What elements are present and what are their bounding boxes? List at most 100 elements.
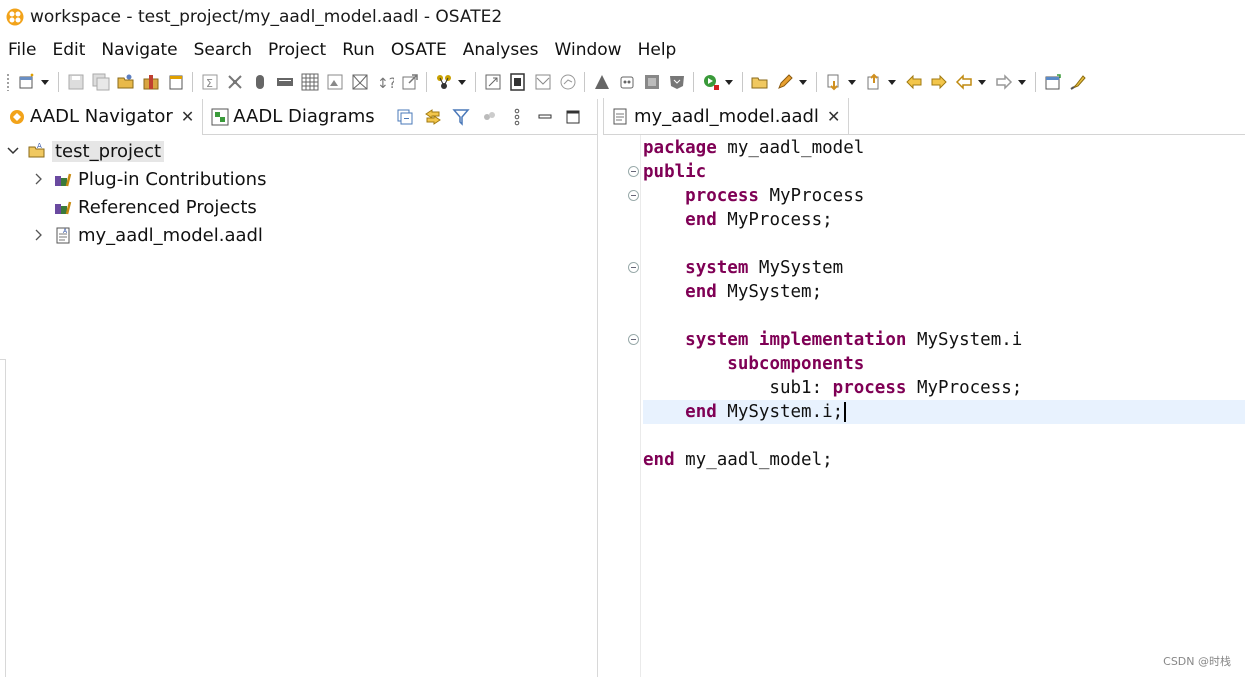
triangle-icon[interactable] [592,72,612,92]
new-wizard-icon[interactable] [17,72,37,92]
instantiate-icon[interactable] [434,72,454,92]
code-line[interactable]: end MyProcess; [643,208,1245,232]
code-line[interactable]: package my_aadl_model [643,136,1245,160]
code-line[interactable] [643,232,1245,256]
run-dropdown-arrow-icon[interactable] [723,72,735,92]
menu-navigate[interactable]: Navigate [93,40,185,60]
envelope-icon[interactable] [350,72,370,92]
external-link-icon[interactable] [400,72,420,92]
forward-icon[interactable] [994,72,1014,92]
code-line[interactable]: system MySystem [628,256,1245,280]
close-icon[interactable]: ✕ [181,107,194,126]
chevron-right-icon[interactable] [32,172,46,186]
menu-osate[interactable]: OSATE [383,40,455,60]
code-line[interactable] [643,424,1245,448]
code-text: MySystem.i [906,330,1023,350]
robot-icon[interactable] [617,72,637,92]
chevron-down-icon[interactable] [6,144,20,158]
menu-run[interactable]: Run [334,40,383,60]
open-folder-icon[interactable] [750,72,770,92]
collapse-all-icon[interactable] [395,107,415,127]
tree-item-referenced-projects[interactable]: Referenced Projects [0,193,597,221]
navigator-panel: AADL Navigator ✕ AADL Diagrams A test_pr… [0,98,598,677]
tree-item-my-aadl-model[interactable]: A my_aadl_model.aadl [0,221,597,249]
document-icon[interactable] [508,72,528,92]
next-annotation-dropdown-arrow-icon[interactable] [846,72,858,92]
view-menu-icon[interactable] [507,107,527,127]
menu-project[interactable]: Project [260,40,334,60]
code-keyword: process [832,378,907,398]
instantiate-dropdown-arrow-icon[interactable] [456,72,468,92]
board-icon[interactable] [642,72,662,92]
menu-file[interactable]: File [0,40,44,60]
brush-icon[interactable] [1068,72,1088,92]
open-project-icon[interactable] [116,72,136,92]
next-annotation-icon[interactable] [824,72,844,92]
prev-annotation-icon[interactable] [864,72,884,92]
link-with-editor-icon[interactable] [423,107,443,127]
code-line[interactable]: process MyProcess [628,184,1245,208]
new-dropdown-arrow-icon[interactable] [39,72,51,92]
last-edit-back-icon[interactable] [904,72,924,92]
code-line[interactable]: public [628,160,1245,184]
disabled-action-icon[interactable] [479,107,499,127]
mail-merge-icon[interactable] [533,72,553,92]
last-edit-forward-icon[interactable] [929,72,949,92]
filter-icon[interactable] [451,107,471,127]
fold-collapse-icon[interactable] [628,262,639,273]
resize-icon[interactable] [483,72,503,92]
code-line[interactable]: end MySystem.i; [643,400,1245,424]
menu-help[interactable]: Help [630,40,685,60]
bus-icon[interactable] [275,72,295,92]
code-line[interactable]: system implementation MySystem.i [628,328,1245,352]
menu-edit[interactable]: Edit [44,40,93,60]
help-hint-icon[interactable]: ↕? [375,72,395,92]
tab-aadl-diagrams[interactable]: AADL Diagrams [203,99,382,135]
menu-window[interactable]: Window [547,40,630,60]
menu-analyses[interactable]: Analyses [455,40,547,60]
back-icon[interactable] [954,72,974,92]
toolbar-grip[interactable] [6,73,10,91]
grid-icon[interactable] [300,72,320,92]
code-editor[interactable]: package my_aadl_model public process MyPr… [628,136,1245,472]
navigator-tab-bar: AADL Navigator ✕ AADL Diagrams [0,98,597,135]
new-file-icon[interactable] [166,72,186,92]
minimize-icon[interactable] [535,107,555,127]
disabled-circle-icon[interactable] [558,72,578,92]
chevron-right-icon[interactable] [32,228,46,242]
code-line[interactable]: end MySystem; [643,280,1245,304]
connections-icon[interactable] [225,72,245,92]
pencil-icon[interactable] [775,72,795,92]
back-dropdown-arrow-icon[interactable] [976,72,988,92]
fold-collapse-icon[interactable] [628,190,639,201]
fold-collapse-icon[interactable] [628,166,639,177]
open-perspective-icon[interactable] [1043,72,1063,92]
close-icon[interactable]: ✕ [827,107,840,126]
prev-annotation-dropdown-arrow-icon[interactable] [886,72,898,92]
sigma-icon[interactable]: Σ [200,72,220,92]
editor-gutter[interactable] [619,135,641,677]
tab-aadl-navigator[interactable]: AADL Navigator ✕ [0,98,204,135]
image-icon[interactable] [325,72,345,92]
code-line[interactable] [643,304,1245,328]
save-all-icon[interactable] [91,72,111,92]
code-line[interactable]: end my_aadl_model; [643,448,1245,472]
forward-dropdown-arrow-icon[interactable] [1016,72,1028,92]
code-line[interactable]: sub1: process MyProcess; [643,376,1245,400]
run-icon[interactable] [701,72,721,92]
maximize-icon[interactable] [563,107,583,127]
fold-collapse-icon[interactable] [628,334,639,345]
tree-item-test-project[interactable]: A test_project [0,137,597,165]
shield-icon[interactable] [667,72,687,92]
osate-logo-icon [6,8,24,26]
tree-item-label: Plug-in Contributions [78,168,267,190]
capsule-icon[interactable] [250,72,270,92]
tree-item-plugin-contributions[interactable]: Plug-in Contributions [0,165,597,193]
save-icon[interactable] [66,72,86,92]
menu-search[interactable]: Search [186,40,260,60]
package-icon[interactable] [141,72,161,92]
tab-my-aadl-model[interactable]: my_aadl_model.aadl ✕ [603,98,850,134]
pencil-dropdown-arrow-icon[interactable] [797,72,809,92]
code-keyword: end [685,210,717,230]
code-line[interactable]: subcomponents [643,352,1245,376]
